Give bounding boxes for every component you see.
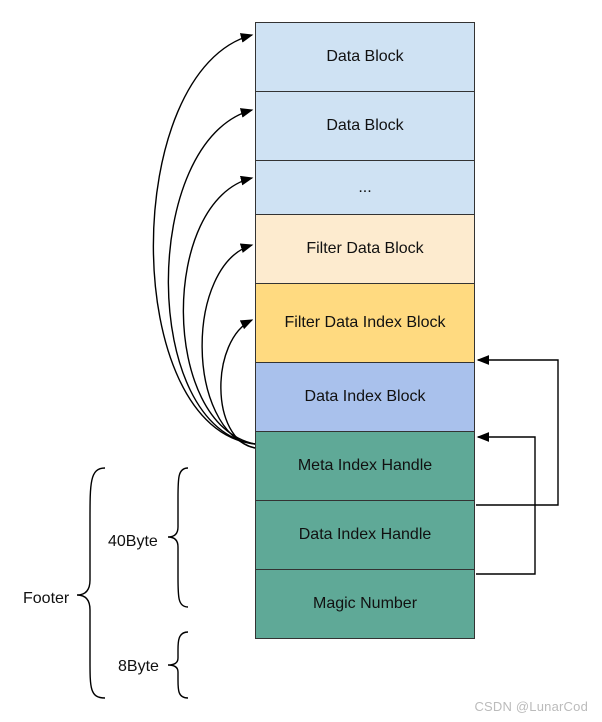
filter-data-index-block: Filter Data Index Block <box>255 283 475 363</box>
filter-data-block: Filter Data Block <box>255 214 475 284</box>
data-index-block: Data Index Block <box>255 362 475 432</box>
meta-index-handle: Meta Index Handle <box>255 431 475 501</box>
data-block-2: Data Block <box>255 91 475 161</box>
label-footer: Footer <box>23 590 69 608</box>
data-index-handle: Data Index Handle <box>255 500 475 570</box>
diagram-container: Data Block Data Block ... Filter Data Bl… <box>0 0 602 722</box>
label-40byte: 40Byte <box>108 533 158 551</box>
data-block-1: Data Block <box>255 22 475 92</box>
block-stack: Data Block Data Block ... Filter Data Bl… <box>255 22 475 639</box>
magic-number: Magic Number <box>255 569 475 639</box>
watermark: CSDN @LunarCod <box>474 699 588 714</box>
label-8byte: 8Byte <box>118 658 159 676</box>
data-block-ellipsis: ... <box>255 160 475 215</box>
